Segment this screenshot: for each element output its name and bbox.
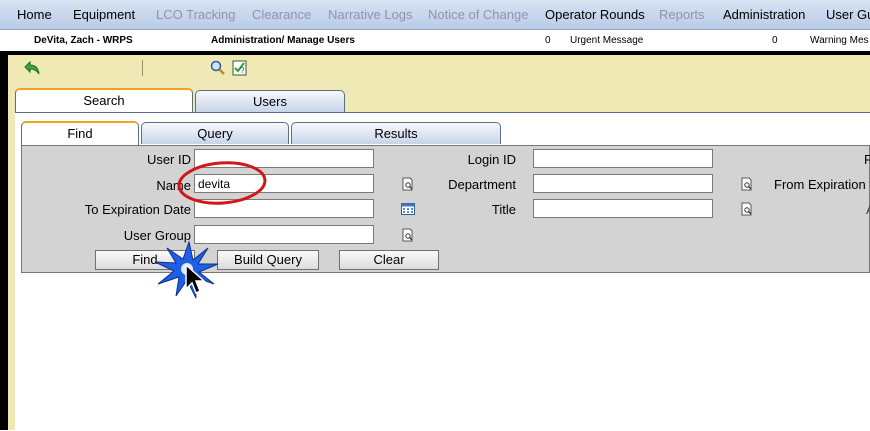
right-field-label-3: A <box>866 202 870 217</box>
menu-lco-tracking[interactable]: LCO Tracking <box>156 7 235 22</box>
department-input[interactable] <box>533 174 713 193</box>
title-label: Title <box>491 202 516 217</box>
main-content: ? Search Users Find Query Results User I… <box>8 55 870 431</box>
menu-administration[interactable]: Administration <box>723 7 805 22</box>
current-user: DeVita, Zach - WRPS <box>34 35 133 46</box>
login-id-input[interactable] <box>533 149 713 168</box>
title-lookup-icon[interactable] <box>740 202 754 216</box>
warning-message-label[interactable]: Warning Mes <box>810 35 869 46</box>
right-field-label-1: F <box>864 152 870 167</box>
back-arrow-icon[interactable] <box>24 60 41 76</box>
menu-notice-of-change[interactable]: Notice of Change <box>428 7 528 22</box>
department-lookup-icon[interactable] <box>740 177 754 191</box>
mouse-pointer-icon <box>185 263 206 295</box>
tab-query[interactable]: Query <box>141 122 289 144</box>
tab-find[interactable]: Find <box>21 121 139 145</box>
menu-clearance[interactable]: Clearance <box>252 7 311 22</box>
svg-text:?: ? <box>240 66 245 75</box>
menu-operator-rounds[interactable]: Operator Rounds <box>545 7 645 22</box>
toolbar-separator <box>142 60 143 76</box>
from-expiration-label: From Expiration <box>774 177 866 192</box>
urgent-message-label[interactable]: Urgent Message <box>570 35 643 46</box>
build-query-button[interactable]: Build Query <box>217 250 319 270</box>
user-group-lookup-icon[interactable] <box>401 228 415 242</box>
tab-search[interactable]: Search <box>15 88 193 112</box>
department-label: Department <box>448 177 516 192</box>
toolbar: ? <box>8 55 870 83</box>
breadcrumb: Administration/ Manage Users <box>211 35 355 46</box>
menu-user-guide[interactable]: User Gui <box>826 7 870 22</box>
calendar-icon[interactable] <box>401 202 415 216</box>
status-info-bar: DeVita, Zach - WRPS Administration/ Mana… <box>0 30 870 51</box>
menu-home[interactable]: Home <box>17 7 52 22</box>
warning-message-count: 0 <box>772 35 778 46</box>
clear-button[interactable]: Clear <box>339 250 439 270</box>
tab-users[interactable]: Users <box>195 90 345 112</box>
title-input[interactable] <box>533 199 713 218</box>
menu-equipment[interactable]: Equipment <box>73 7 135 22</box>
highlight-ellipse <box>177 161 267 205</box>
search-magnifier-icon[interactable] <box>210 60 225 75</box>
menu-narrative-logs[interactable]: Narrative Logs <box>328 7 413 22</box>
name-lookup-icon[interactable] <box>401 177 415 191</box>
main-menu-bar: Home Equipment LCO Tracking Clearance Na… <box>0 0 870 30</box>
urgent-message-count: 0 <box>545 35 551 46</box>
help-checklist-icon[interactable]: ? <box>232 60 247 76</box>
login-id-label: Login ID <box>467 152 516 167</box>
find-form-panel: User ID Name To Expiration Date User Gro… <box>21 145 870 273</box>
menu-reports[interactable]: Reports <box>659 7 705 22</box>
tab-results[interactable]: Results <box>291 122 501 144</box>
